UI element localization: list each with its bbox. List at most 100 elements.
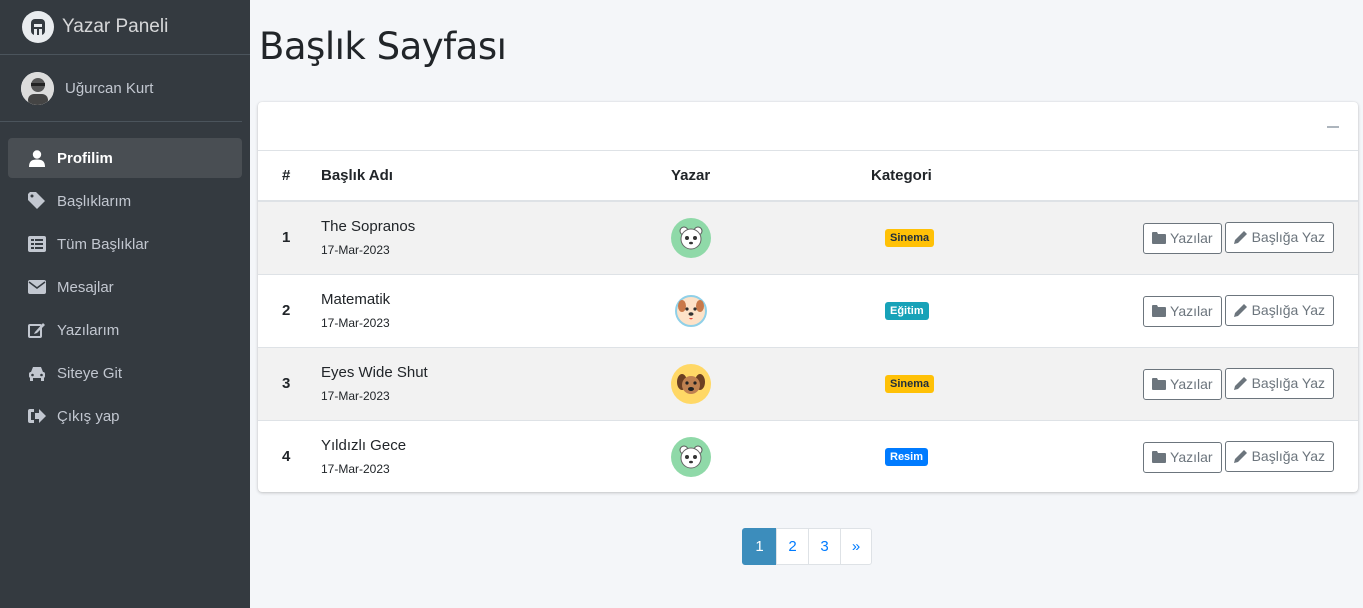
car-icon [27,363,47,383]
posts-button[interactable]: Yazılar [1143,368,1222,400]
write-title-button[interactable]: Başlığa Yaz [1224,440,1334,472]
user-icon [27,148,47,168]
row-number: 1 [282,229,291,247]
brand-text: Yazar Paneli [62,16,169,37]
titles-card: # Başlık Adı Yazar Kategori 1 The Sopran… [258,102,1358,492]
row-title[interactable]: Eyes Wide Shut [321,364,671,381]
column-header-title: Başlık Adı [321,167,393,184]
user-panel[interactable]: Uğurcan Kurt [0,55,242,122]
row-actions: Yazılar Başlığa Yaz [1031,347,1358,420]
brand-logo-icon [22,11,54,43]
dog-avatar[interactable] [671,291,711,331]
page-link-3[interactable]: 3 [808,528,841,565]
category-badge: Eğitim [885,302,929,320]
write-title-button-label: Başlığa Yaz [1251,302,1325,318]
row-title[interactable]: Yıldızlı Gece [321,437,671,454]
row-author-cell [671,420,871,492]
sidebar-item-label: Tüm Başlıklar [57,235,149,253]
folder-icon [1152,232,1167,245]
sidebar-item-label: Başlıklarım [57,192,132,210]
envelope-icon [27,277,47,297]
table-row: 3 Eyes Wide Shut 17-Mar-2023 Sinema Yazı… [258,347,1358,420]
posts-button[interactable]: Yazılar [1143,441,1222,473]
row-actions: Yazılar Başlığa Yaz [1031,201,1358,274]
puppy-avatar[interactable] [671,363,711,404]
sidebar-item-tum-basliklar[interactable]: Tüm Başlıklar [8,224,242,264]
sidebar-item-mesajlar[interactable]: Mesajlar [8,267,242,307]
pencil-icon [1233,304,1247,317]
sidebar-item-label: Çıkış yap [57,407,120,425]
row-category-cell: Sinema [871,201,1031,274]
panda-avatar[interactable] [671,217,711,258]
pencil-icon [1233,377,1247,390]
sidebar-item-label: Yazılarım [57,321,120,339]
pencil-icon [1233,450,1247,464]
row-category-cell: Sinema [871,347,1031,420]
main-content: Başlık Sayfası # Başlık Adı Yazar Katego… [250,0,1363,608]
row-title-cell: Eyes Wide Shut 17-Mar-2023 [321,347,671,420]
sidebar-item-siteye-git[interactable]: Siteye Git [8,353,242,393]
row-number: 4 [282,448,291,466]
page-title: Başlık Sayfası [259,25,507,68]
row-title[interactable]: The Sopranos [321,218,671,235]
column-header-author-label: Yazar [671,167,711,184]
column-header-actions [1031,151,1358,201]
posts-button[interactable]: Yazılar [1143,295,1222,327]
row-number: 2 [282,302,291,319]
table-row: 4 Yıldızlı Gece 17-Mar-2023 Resim Yazıla… [258,420,1358,492]
column-header-number: # [282,167,291,184]
write-title-button[interactable]: Başlığa Yaz [1224,367,1334,399]
column-header-author: Yazar [671,151,871,201]
row-category-cell: Resim [871,420,1031,492]
sidebar-item-yazilarim[interactable]: Yazılarım [8,310,242,350]
sign-out-icon [27,406,47,426]
page-link-1[interactable]: 1 [742,528,777,565]
edit-icon [27,320,47,340]
sidebar-item-profilim[interactable]: Profilim [8,138,242,178]
row-author-cell [671,201,871,274]
user-avatar [21,71,54,105]
sidebar: Yazar Paneli Uğurcan Kurt Profilim Başlı… [0,0,250,608]
row-author-cell [671,347,871,420]
write-title-button[interactable]: Başlığa Yaz [1224,294,1334,326]
row-date: 17-Mar-2023 [321,389,390,403]
table-row: 2 Matematik 17-Mar-2023 Eğitim Yazılar B… [258,274,1358,347]
card-header [258,102,1358,151]
category-badge: Sinema [885,375,935,393]
write-title-button[interactable]: Başlığa Yaz [1224,221,1334,253]
table-header-row: # Başlık Adı Yazar Kategori [258,151,1358,201]
posts-button-label: Yazılar [1170,449,1213,466]
write-title-button-label: Başlığa Yaz [1251,229,1325,246]
table-row: 1 The Sopranos 17-Mar-2023 Sinema Yazıla… [258,201,1358,274]
folder-icon [1152,451,1167,464]
row-actions: Yazılar Başlığa Yaz [1031,420,1358,492]
category-badge: Sinema [885,229,935,248]
sidebar-item-basliklarim[interactable]: Başlıklarım [8,181,242,221]
row-date: 17-Mar-2023 [321,316,390,330]
page-next[interactable]: » [840,528,872,565]
tag-icon [27,191,47,211]
page-link-2[interactable]: 2 [776,528,809,565]
collapse-icon[interactable] [1327,126,1339,128]
sidebar-nav: Profilim Başlıklarım Tüm Başlıklar Mesaj… [0,122,250,436]
user-name: Uğurcan Kurt [65,79,154,97]
row-title-cell: The Sopranos 17-Mar-2023 [321,201,671,274]
row-title[interactable]: Matematik [321,291,671,308]
row-date: 17-Mar-2023 [321,243,390,258]
posts-button[interactable]: Yazılar [1143,222,1222,254]
sidebar-item-label: Profilim [57,149,113,167]
row-actions: Yazılar Başlığa Yaz [1031,274,1358,347]
row-author-cell [671,274,871,347]
list-icon [27,234,47,254]
panda-avatar[interactable] [671,436,711,477]
sidebar-item-label: Mesajlar [57,278,114,296]
row-date: 17-Mar-2023 [321,462,390,477]
sidebar-item-cikis-yap[interactable]: Çıkış yap [8,396,242,436]
pagination: 1 2 3 » [742,528,872,565]
posts-button-label: Yazılar [1170,303,1213,319]
row-title-cell: Matematik 17-Mar-2023 [321,274,671,347]
pencil-icon [1233,231,1247,245]
folder-icon [1152,378,1167,390]
brand-link[interactable]: Yazar Paneli [0,0,250,55]
posts-button-label: Yazılar [1170,376,1213,392]
